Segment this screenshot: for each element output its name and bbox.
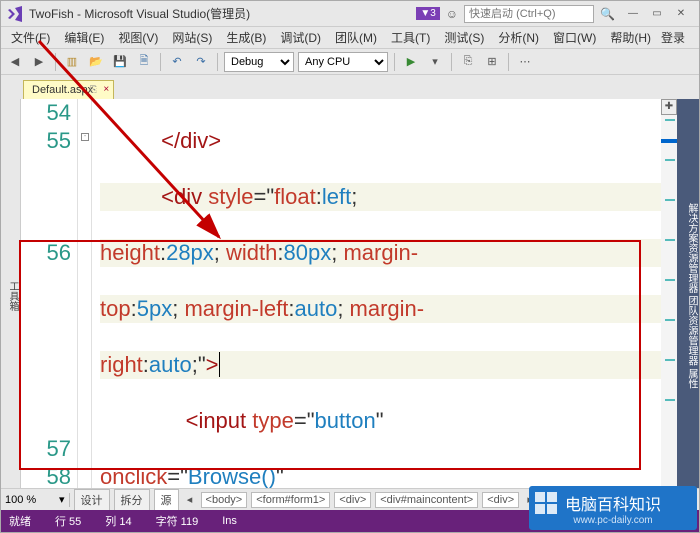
right-strip-1[interactable]: 解决方案资源管理器: [686, 203, 697, 293]
crumb-div2[interactable]: <div>: [482, 492, 519, 508]
watermark-sub: www.pc-daily.com: [573, 515, 652, 526]
quick-launch-input[interactable]: [464, 5, 594, 23]
menu-view[interactable]: 视图(V): [112, 27, 164, 48]
search-icon[interactable]: 🔍: [600, 7, 615, 21]
menu-file[interactable]: 文件(F): [5, 27, 56, 48]
zoom-level[interactable]: 100 %: [5, 494, 55, 506]
notification-badge[interactable]: ▼3: [416, 7, 439, 20]
menu-window[interactable]: 窗口(W): [547, 27, 602, 48]
watermark-main: 电脑百科知识: [565, 491, 661, 515]
menu-edit[interactable]: 编辑(E): [58, 27, 110, 48]
save-all-icon[interactable]: 🗎: [134, 52, 154, 72]
crumb-form[interactable]: <form#form1>: [251, 492, 330, 508]
nav-fwd-icon[interactable]: ▶: [29, 52, 49, 72]
view-design-tab[interactable]: 设计: [74, 489, 110, 511]
maximize-button[interactable]: ▭: [645, 5, 669, 23]
status-line: 行 55: [55, 513, 81, 529]
view-split-tab[interactable]: 拆分: [114, 489, 150, 511]
fold-strip[interactable]: -: [78, 99, 92, 488]
watermark-logo: 电脑百科知识 www.pc-daily.com: [529, 486, 697, 530]
editor-tab[interactable]: Default.aspx ⎘ ×: [23, 80, 114, 99]
undo-icon[interactable]: ↶: [167, 52, 187, 72]
menu-tools[interactable]: 工具(T): [385, 27, 436, 48]
new-project-icon[interactable]: ▥: [62, 52, 82, 72]
close-tab-icon[interactable]: ×: [103, 84, 109, 95]
config-select[interactable]: Debug: [224, 52, 294, 72]
zoom-dropdown-icon[interactable]: ▾: [59, 493, 65, 506]
crumb-maincontent[interactable]: <div#maincontent>: [375, 492, 478, 508]
status-col: 列 14: [105, 513, 131, 529]
right-strip-3[interactable]: 属性: [686, 368, 697, 388]
login-link[interactable]: 登录: [661, 29, 695, 46]
status-ins: Ins: [222, 515, 237, 527]
menu-test[interactable]: 测试(S): [438, 27, 490, 48]
minimize-button[interactable]: —: [621, 5, 645, 23]
toolbar-icon-3[interactable]: ⋯: [515, 52, 535, 72]
crumb-div1[interactable]: <div>: [334, 492, 371, 508]
vs-logo-icon: [7, 6, 23, 22]
right-strip-2[interactable]: 团队资源管理器: [686, 296, 697, 366]
line-number-gutter: 54 55 56 57 58: [26, 99, 78, 488]
crumb-prev-icon[interactable]: ◂: [183, 493, 197, 506]
platform-select[interactable]: Any CPU: [298, 52, 388, 72]
close-button[interactable]: ✕: [669, 5, 693, 23]
start-debug-icon[interactable]: ▶: [401, 52, 421, 72]
save-icon[interactable]: 💾: [110, 52, 130, 72]
vertical-scrollbar[interactable]: ✚: [661, 99, 677, 488]
split-icon[interactable]: ✚: [661, 99, 677, 115]
code-editor[interactable]: 54 55 56 57 58 - </div> <div style="floa…: [21, 99, 677, 488]
open-icon[interactable]: 📂: [86, 52, 106, 72]
window-title: TwoFish - Microsoft Visual Studio(管理员): [29, 5, 250, 22]
main-toolbar: ◀ ▶ ▥ 📂 💾 🗎 ↶ ↷ Debug Any CPU ▶ ▾ ⎘ ⊞ ⋯: [1, 49, 699, 75]
menu-debug[interactable]: 调试(D): [274, 27, 327, 48]
left-toolbox-strip[interactable]: 工具箱: [1, 99, 21, 488]
right-panels-strip[interactable]: 解决方案资源管理器 团队资源管理器 属性: [677, 99, 699, 488]
crumb-body[interactable]: <body>: [201, 492, 248, 508]
menu-help[interactable]: 帮助(H): [604, 27, 657, 48]
menu-analyze[interactable]: 分析(N): [492, 27, 545, 48]
status-state: 就绪: [9, 513, 31, 529]
menu-bar: 文件(F) 编辑(E) 视图(V) 网站(S) 生成(B) 调试(D) 团队(M…: [1, 27, 699, 49]
tab-label: Default.aspx: [32, 84, 93, 96]
code-content[interactable]: </div> <div style="float:left; height:28…: [92, 99, 677, 488]
view-source-tab[interactable]: 源: [154, 489, 179, 511]
redo-icon[interactable]: ↷: [191, 52, 211, 72]
nav-back-icon[interactable]: ◀: [5, 52, 25, 72]
toolbar-icon-2[interactable]: ⊞: [482, 52, 502, 72]
toolbar-icon-1[interactable]: ⎘: [458, 52, 478, 72]
menu-build[interactable]: 生成(B): [220, 27, 272, 48]
document-tabs: Default.aspx ⎘ ×: [1, 75, 699, 99]
title-bar: TwoFish - Microsoft Visual Studio(管理员) ▼…: [1, 1, 699, 27]
feedback-icon[interactable]: ☺: [446, 7, 458, 21]
browser-select-icon[interactable]: ▾: [425, 52, 445, 72]
status-char: 字符 119: [156, 513, 199, 529]
menu-team[interactable]: 团队(M): [329, 27, 383, 48]
pin-icon[interactable]: ⎘: [90, 84, 97, 95]
menu-website[interactable]: 网站(S): [166, 27, 218, 48]
